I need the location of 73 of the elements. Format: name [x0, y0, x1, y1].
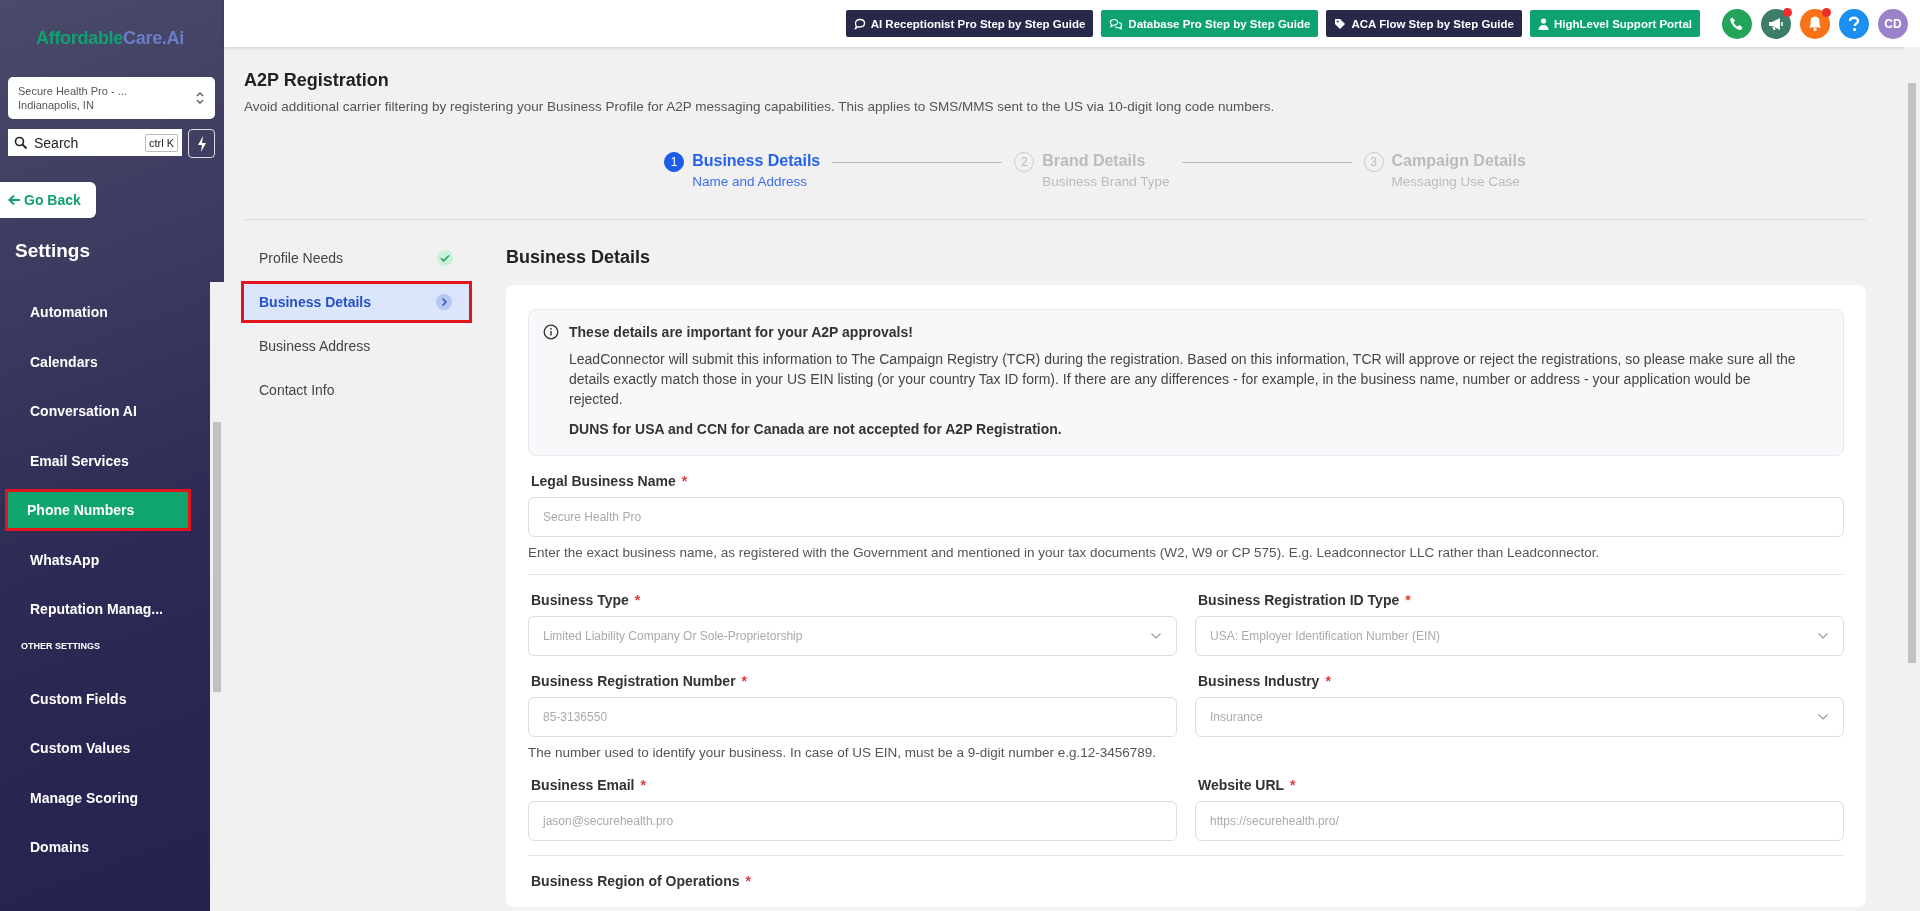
arrow-left-icon: [8, 194, 21, 206]
field-label: Business Email: [531, 777, 635, 793]
required-mark: *: [634, 592, 641, 608]
sidebar-item[interactable]: Automation: [8, 294, 188, 330]
notice-text: LeadConnector will submit this information to The Campaign Registry (TCR) during the registration. Based on this information, TCR will approve or reject the registrations, so please make sure all the details exactly match those in your US EIN listing (or your country Tax ID form). If there are any differences - for example, in the business name, number or address - your application would be rejected.: [569, 350, 1797, 409]
sidebar-item[interactable]: Calendars: [8, 343, 188, 380]
section-nav-item[interactable]: Business Details: [244, 284, 469, 320]
megaphone-button[interactable]: [1761, 8, 1791, 39]
notification-dot: [1783, 7, 1792, 17]
phone-icon: [1729, 15, 1745, 32]
check-icon: [436, 249, 454, 267]
help-text: Enter the exact business name, as registered with the Government and mentioned in your tax documents (W2, W9 or CP 575). E.g. Leadconnector LLC rather than Leadconnector.: [528, 545, 1601, 560]
lightning-icon: [195, 134, 208, 153]
tag-icon: [1334, 17, 1347, 30]
sidebar-item[interactable]: Reputation Manag...: [8, 591, 188, 627]
field-label: Business Region of Operations: [531, 873, 740, 889]
sort-icon: [195, 91, 205, 105]
bell-icon: [1807, 15, 1823, 32]
search-icon: [14, 135, 28, 150]
chevron-right-icon: [435, 293, 453, 311]
account-switcher[interactable]: Secure Health Pro - ... Indianapolis, IN: [8, 77, 215, 119]
section-nav-item[interactable]: Profile Needs: [244, 240, 470, 276]
field-label: Website URL: [1198, 777, 1285, 793]
brand-logo: AffordableCare.Ai: [36, 28, 185, 49]
section-label: OTHER SETTINGS: [21, 640, 101, 651]
required-mark: *: [640, 777, 646, 793]
sidebar-item[interactable]: Custom Values: [8, 730, 188, 766]
sidebar-item[interactable]: Conversation AI: [8, 393, 188, 429]
page-description: Avoid additional carrier filtering by registering your Business Profile for A2P messaging capabilities. This applies to SMS/MMS sent to the US via 10-digit long code numbers.: [244, 99, 1276, 114]
user-icon: [1538, 17, 1549, 30]
field-label: Business Registration ID Type: [1198, 592, 1400, 608]
field-label: Business Industry: [1198, 673, 1320, 689]
guide-button[interactable]: ACA Flow Step by Step Guide: [1326, 10, 1522, 37]
help-text: The number used to identify your business. In case of US EIN, must be a 9-digit number e.g.12-3456789.: [528, 745, 1158, 760]
required-mark: *: [745, 873, 751, 889]
guide-button[interactable]: AI Receptionist Pro Step by Step Guide: [845, 10, 1094, 37]
field-label: Business Type: [531, 592, 629, 608]
shortcut-hint: ctrl K: [144, 133, 178, 152]
sidebar-item[interactable]: Email Services: [8, 442, 188, 479]
bell-button[interactable]: [1800, 8, 1830, 39]
required-mark: *: [1405, 592, 1411, 608]
chat-bubble-icon: [853, 17, 866, 30]
field-label: Legal Business Name: [531, 473, 676, 489]
notification-dot: [1822, 7, 1831, 17]
chat-bubbles-icon: [1109, 17, 1124, 30]
sidebar-item[interactable]: Custom Fields: [8, 680, 188, 717]
page-title: A2P Registration: [244, 70, 390, 91]
required-mark: *: [741, 673, 748, 689]
stepper-step[interactable]: 1 Business Details Name and Address: [664, 152, 821, 189]
search-field[interactable]: Search ctrl K: [8, 129, 182, 156]
sidebar-item[interactable]: WhatsApp: [8, 541, 188, 578]
chevron-down-icon: [1817, 713, 1829, 721]
help-button[interactable]: [1839, 8, 1869, 39]
megaphone-icon: [1767, 15, 1785, 32]
info-icon: [543, 324, 559, 340]
notice-title: These details are important for your A2P approvals!: [569, 324, 914, 340]
required-mark: *: [1290, 777, 1296, 793]
chevron-down-icon: [1150, 632, 1162, 640]
phone-button[interactable]: [1722, 8, 1752, 39]
section-title: Business Details: [506, 247, 652, 268]
help-icon: [1848, 15, 1860, 32]
sidebar-item[interactable]: Manage Scoring: [8, 779, 188, 816]
sidebar-item[interactable]: Domains: [8, 829, 188, 865]
settings-heading: Settings: [15, 240, 91, 262]
quick-action-button[interactable]: [188, 129, 215, 158]
required-mark: *: [681, 473, 688, 489]
scrollbar[interactable]: [210, 282, 224, 911]
field-label: Business Registration Number: [531, 673, 736, 689]
section-nav-item[interactable]: Contact Info: [244, 372, 470, 408]
notice-note: DUNS for USA and CCN for Canada are not accepted for A2P Registration.: [569, 421, 1063, 437]
chevron-down-icon: [1817, 632, 1829, 640]
section-nav-item[interactable]: Business Address: [244, 328, 470, 364]
required-mark: *: [1325, 673, 1331, 689]
